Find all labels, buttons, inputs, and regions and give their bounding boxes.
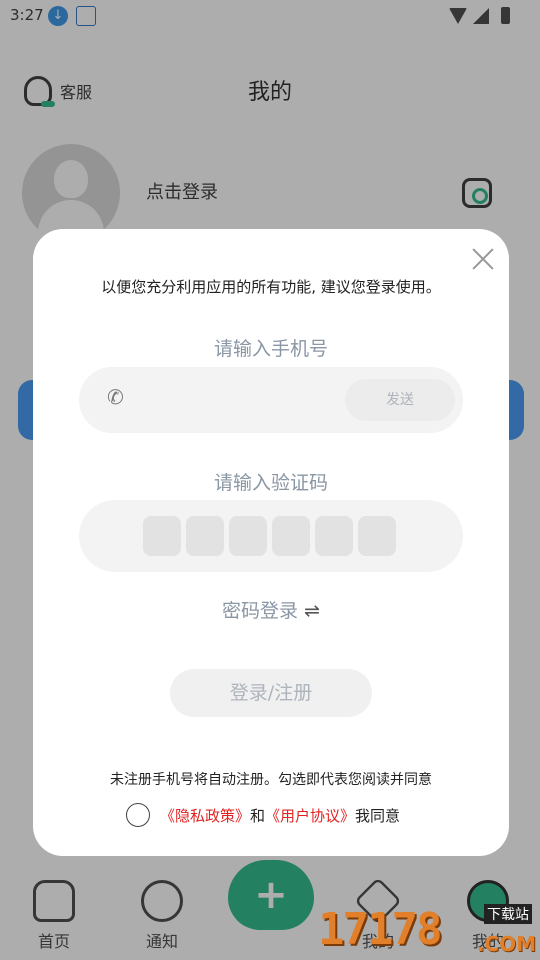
agreement-row: 《隐私政策》 和 《用户协议》 我同意	[126, 802, 400, 828]
login-register-button[interactable]: 登录/注册	[170, 669, 372, 717]
close-icon[interactable]	[471, 247, 495, 271]
code-field	[79, 500, 463, 572]
code-cell[interactable]	[358, 516, 396, 556]
code-cell[interactable]	[315, 516, 353, 556]
swap-icon: ⇌	[304, 600, 320, 622]
code-cell[interactable]	[186, 516, 224, 556]
code-cell[interactable]	[272, 516, 310, 556]
watermark-digits: 17178	[318, 904, 442, 955]
login-dialog: 以便您充分利用应用的所有功能, 建议您登录使用。 请输入手机号 ✆ 发送 请输入…	[33, 229, 509, 856]
watermark-suffix: .COM	[476, 932, 536, 956]
code-cell[interactable]	[229, 516, 267, 556]
agree-checkbox[interactable]	[126, 803, 150, 827]
code-cells	[143, 516, 396, 556]
password-login-switch[interactable]: 密码登录 ⇌	[33, 596, 509, 623]
register-notice: 未注册手机号将自动注册。勾选即代表您阅读并同意	[110, 772, 432, 788]
watermark-top: 下载站	[484, 904, 532, 924]
dialog-intro: 以便您充分利用应用的所有功能, 建议您登录使用。	[101, 278, 441, 296]
phone-icon: ✆	[107, 385, 124, 409]
user-agreement-link[interactable]: 《用户协议》	[265, 805, 355, 826]
and-text: 和	[250, 806, 266, 825]
phone-label: 请输入手机号	[213, 338, 328, 360]
agree-suffix: 我同意	[355, 806, 401, 825]
code-cell[interactable]	[143, 516, 181, 556]
code-label: 请输入验证码	[213, 472, 328, 494]
phone-input[interactable]	[139, 381, 339, 419]
watermark: 17178 下载站 .COM	[318, 898, 540, 960]
phone-field: ✆ 发送	[79, 367, 463, 433]
send-code-button[interactable]: 发送	[345, 379, 455, 421]
password-login-label: 密码登录	[222, 600, 299, 622]
privacy-policy-link[interactable]: 《隐私政策》	[160, 805, 250, 826]
